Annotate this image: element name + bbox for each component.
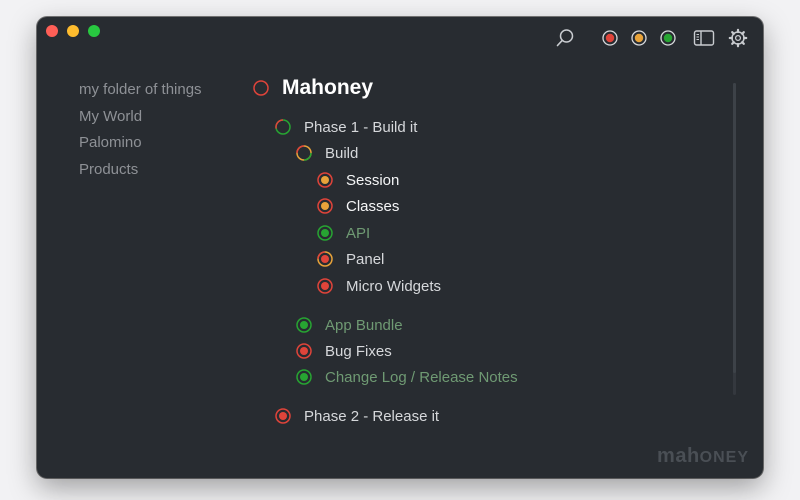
status-orange-icon[interactable] (317, 198, 333, 214)
minimize-window-button[interactable] (67, 25, 79, 37)
outline-item-label: Phase 2 - Release it (304, 407, 440, 425)
zoom-window-button[interactable] (88, 25, 100, 37)
filter-red-button[interactable] (599, 27, 621, 49)
sidebar: my folder of things My World Palomino Pr… (79, 77, 202, 183)
filter-orange-icon (631, 30, 647, 46)
search-icon (556, 29, 574, 47)
sidebar-item-products[interactable]: Products (79, 157, 202, 184)
settings-button[interactable] (727, 27, 749, 49)
close-window-button[interactable] (46, 25, 58, 37)
outline-item-label: Micro Widgets (346, 277, 442, 295)
vertical-scrollbar[interactable] (733, 83, 736, 395)
sidebar-item-my-folder-of-things[interactable]: my folder of things (79, 77, 202, 104)
filter-orange-button[interactable] (628, 27, 650, 49)
outline-item[interactable]: Phase 2 - Release it (275, 407, 439, 425)
filter-green-icon (660, 30, 676, 46)
outline-title: Mahoney (282, 76, 374, 99)
sidebar-toggle-button[interactable] (693, 27, 715, 49)
outline-item[interactable]: Panel (317, 250, 384, 268)
brand-logo: mahONEY (657, 445, 749, 467)
scrollbar-thumb[interactable] (733, 83, 736, 373)
outline-root[interactable]: Mahoney (253, 75, 373, 101)
outline-item[interactable]: Change Log / Release Notes (296, 368, 518, 386)
outline-item-label: API (346, 224, 371, 242)
outline-item[interactable]: API (317, 224, 370, 242)
search-button[interactable] (554, 27, 576, 49)
outline-item[interactable]: App Bundle (296, 316, 403, 334)
sidebar-item-my-world[interactable]: My World (79, 104, 202, 131)
progress-ring-icon[interactable] (275, 119, 291, 135)
outline-item-label: Phase 1 - Build it (304, 118, 418, 136)
status-red-icon[interactable] (317, 278, 333, 294)
outline-item[interactable]: Phase 1 - Build it (275, 118, 417, 136)
gear-icon (728, 28, 748, 48)
filter-red-icon (602, 30, 618, 46)
outline-item-label: Change Log / Release Notes (325, 368, 518, 386)
app-window: my folder of things My World Palomino Pr… (37, 17, 763, 478)
status-red-icon[interactable] (275, 408, 291, 424)
outline-item[interactable]: Session (317, 171, 399, 189)
toolbar (547, 27, 749, 49)
outline-item[interactable]: Build (296, 144, 358, 162)
status-orange-icon[interactable] (317, 172, 333, 188)
outline-item-label: Build (325, 144, 359, 162)
outline-item-label: Bug Fixes (325, 342, 392, 360)
sidebar-toggle-icon (693, 30, 715, 46)
status-done-icon[interactable] (317, 225, 333, 241)
status-ring-icon[interactable] (253, 80, 269, 96)
outline-item[interactable]: Classes (317, 197, 399, 215)
outline-item[interactable]: Micro Widgets (317, 277, 441, 295)
outline-item-label: Session (346, 171, 400, 189)
status-red-icon[interactable] (317, 251, 333, 267)
outline-item-label: Classes (346, 197, 400, 215)
outline-item-label: Panel (346, 250, 385, 268)
status-red-icon[interactable] (296, 343, 312, 359)
filter-green-button[interactable] (657, 27, 679, 49)
status-done-icon[interactable] (296, 317, 312, 333)
sidebar-item-palomino[interactable]: Palomino (79, 130, 202, 157)
status-done-icon[interactable] (296, 369, 312, 385)
outline-item[interactable]: Bug Fixes (296, 342, 392, 360)
window-controls (46, 25, 100, 37)
progress-ring-icon[interactable] (296, 145, 312, 161)
outline-item-label: App Bundle (325, 316, 403, 334)
